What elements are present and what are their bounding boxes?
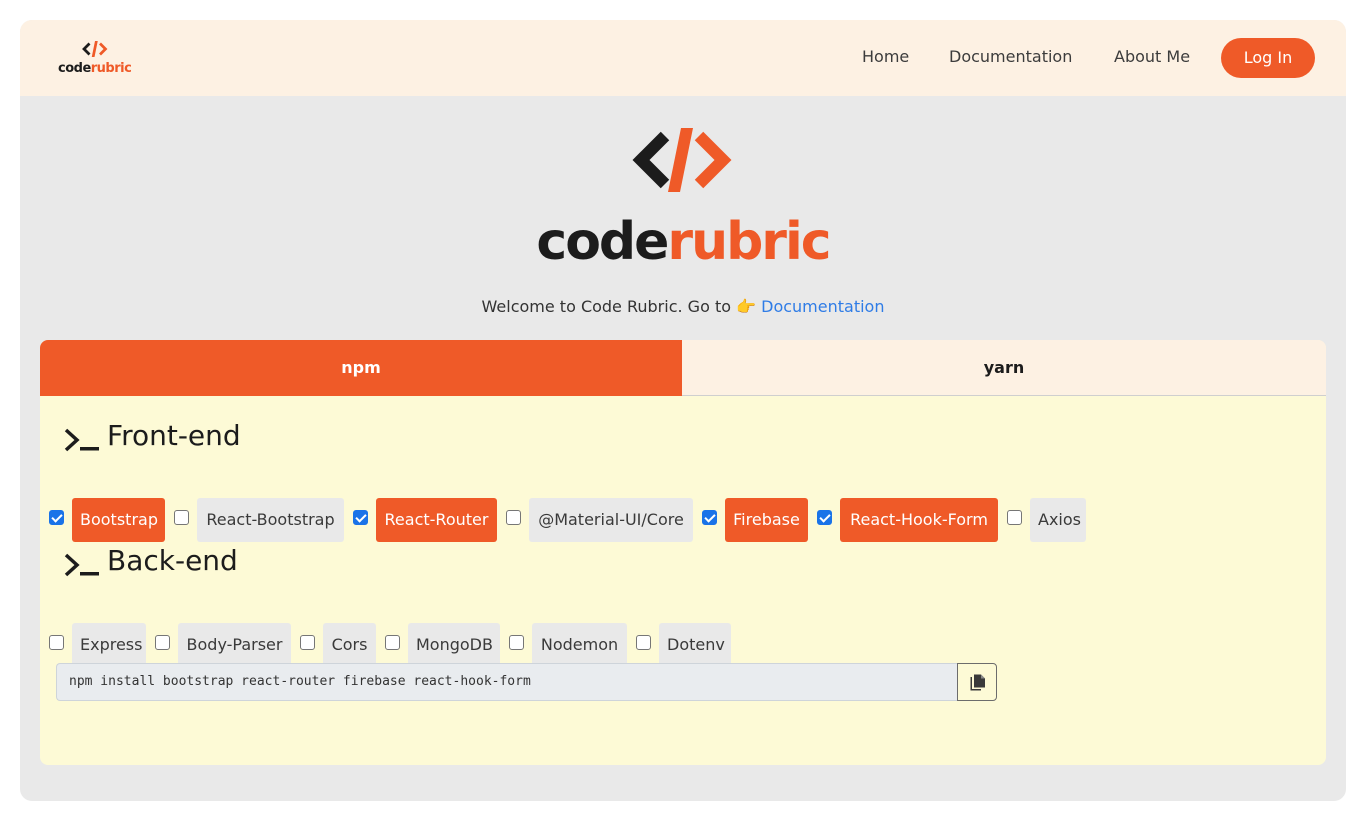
install-command-field[interactable]: npm install bootstrap react-router fireb… [56,663,958,701]
tab-npm[interactable]: npm [40,340,682,396]
package-chip-cors[interactable]: Cors [323,623,376,667]
checkbox-react-bootstrap[interactable] [174,510,189,525]
package-chip-body-parser[interactable]: Body-Parser [178,623,291,667]
checkbox-express[interactable] [49,635,64,650]
package-chip-mongodb[interactable]: MongoDB [408,623,500,667]
code-brackets-icon [82,41,108,57]
nav-logo-wordmark: coderubric [58,61,132,76]
checkbox-body-parser[interactable] [155,635,170,650]
checkbox-material-ui-core[interactable] [506,510,521,525]
frontend-title: Front-end [107,419,241,452]
nav-logo-accent: rubric [90,61,132,76]
package-chip-bootstrap[interactable]: Bootstrap [72,498,165,542]
documentation-link[interactable]: Documentation [761,297,884,316]
terminal-prompt-icon [64,553,99,577]
package-chip-material-ui-core[interactable]: @Material-UI/Core [529,498,693,542]
tab-yarn[interactable]: yarn [682,340,1326,396]
package-chip-axios[interactable]: Axios [1030,498,1086,542]
install-panel: npm yarn Front-end Bootstrap React-Boots… [40,340,1326,765]
pointing-hand-icon: 👉 [736,297,757,316]
nav-link-about-me[interactable]: About Me [1114,47,1190,66]
package-chip-express[interactable]: Express [72,623,146,667]
checkbox-cors[interactable] [300,635,315,650]
checkbox-react-hook-form[interactable] [817,510,832,525]
package-chip-react-bootstrap[interactable]: React-Bootstrap [197,498,344,542]
app-frame: coderubric Home Documentation About Me L… [20,20,1346,801]
package-chip-react-hook-form[interactable]: React-Hook-Form [840,498,998,542]
checkbox-mongodb[interactable] [385,635,400,650]
brand-accent: rubric [667,212,831,272]
copy-button[interactable] [957,663,997,701]
checkbox-nodemon[interactable] [509,635,524,650]
terminal-prompt-icon [64,428,99,452]
package-chip-dotenv[interactable]: Dotenv [659,623,731,667]
backend-title: Back-end [107,544,238,577]
welcome-line: Welcome to Code Rubric. Go to 👉 Document… [20,297,1346,316]
welcome-text: Welcome to Code Rubric. Go to [481,297,732,316]
checkbox-firebase[interactable] [702,510,717,525]
code-brackets-logo-icon [632,128,732,192]
checkbox-dotenv[interactable] [636,635,651,650]
brand-wordmark: coderubric [20,212,1346,272]
login-button[interactable]: Log In [1221,38,1315,78]
brand-dark: code [536,212,669,272]
checkbox-bootstrap[interactable] [49,510,64,525]
navbar: coderubric Home Documentation About Me L… [20,20,1346,96]
nav-link-documentation[interactable]: Documentation [949,47,1072,66]
nav-logo[interactable]: coderubric [58,40,138,80]
checkbox-react-router[interactable] [353,510,368,525]
package-chip-firebase[interactable]: Firebase [725,498,808,542]
nav-link-home[interactable]: Home [862,47,909,66]
copy-icon [970,674,985,691]
checkbox-axios[interactable] [1007,510,1022,525]
package-chip-react-router[interactable]: React-Router [376,498,497,542]
package-chip-nodemon[interactable]: Nodemon [532,623,627,667]
nav-logo-dark: code [58,61,91,76]
